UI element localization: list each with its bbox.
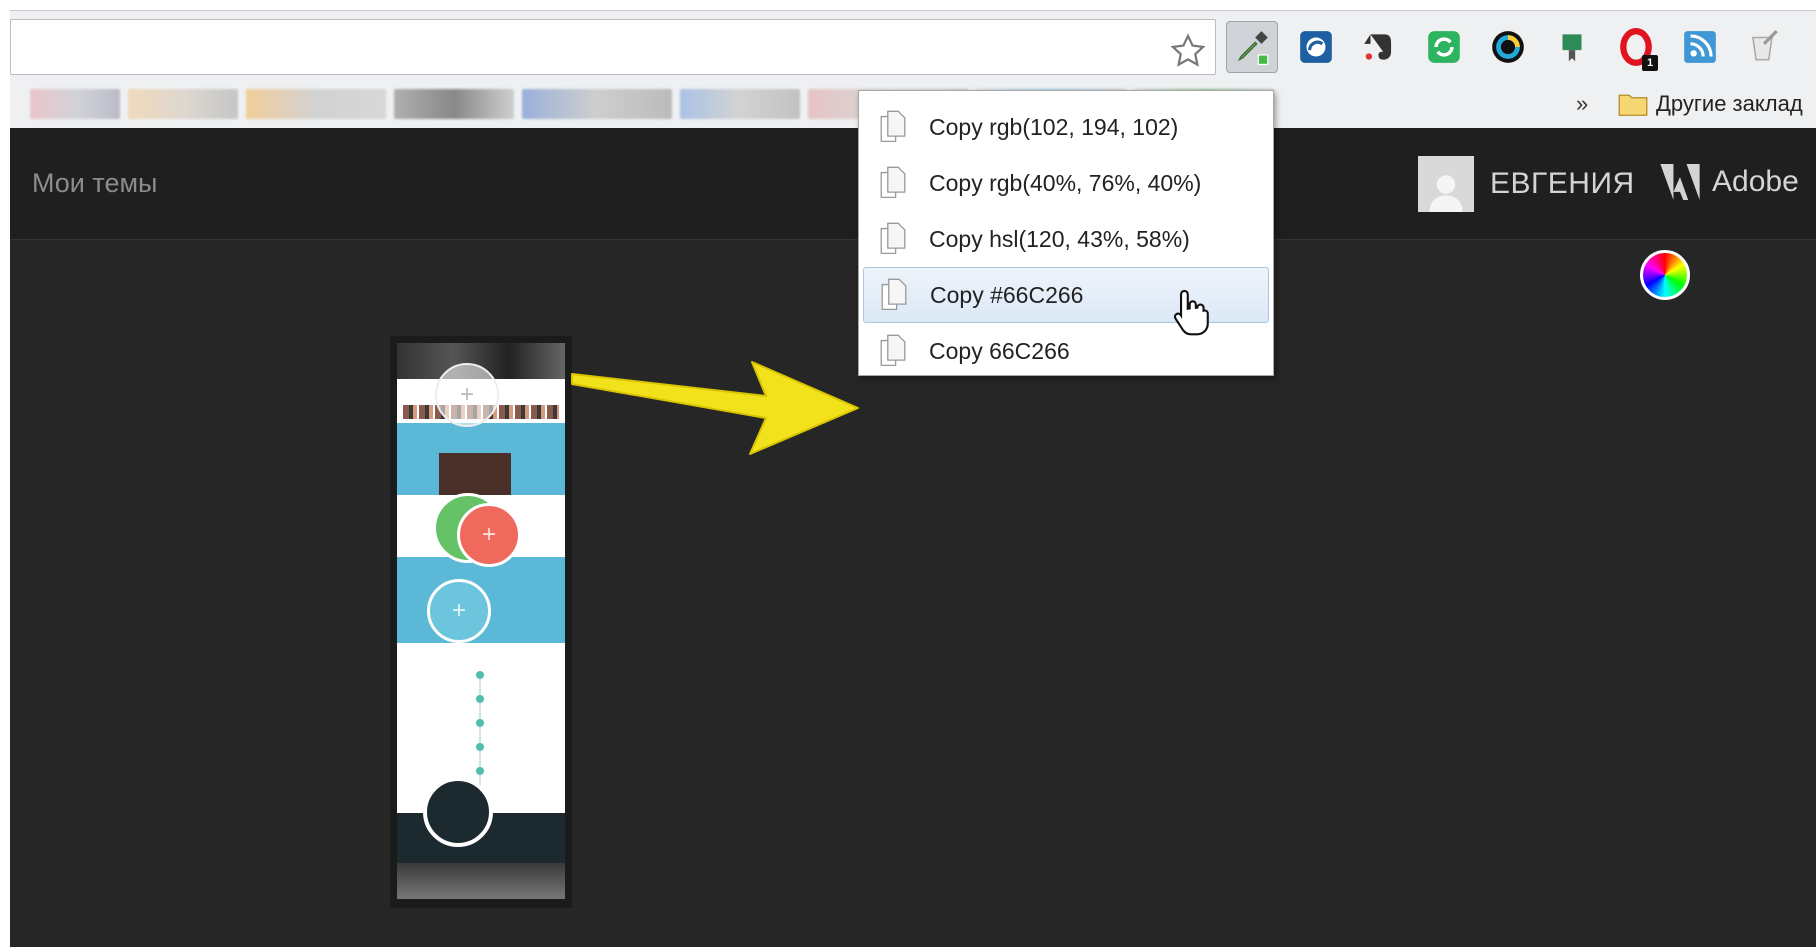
opera-extension-button[interactable]: 1 xyxy=(1610,21,1662,73)
address-bar[interactable] xyxy=(10,19,1216,75)
user-menu[interactable]: ЕВГЕНИЯ xyxy=(1418,156,1635,212)
adobe-label: Adobe xyxy=(1712,165,1799,198)
bookmark-star-icon[interactable] xyxy=(1169,32,1207,70)
menu-item-label: Copy rgb(40%, 76%, 40%) xyxy=(929,169,1202,196)
menu-item-label: Copy 66C266 xyxy=(929,337,1070,364)
sync-extension-button[interactable] xyxy=(1418,21,1470,73)
thumb-swatch-circle-dark[interactable] xyxy=(423,777,493,847)
blurred-bookmarks xyxy=(30,89,1520,119)
folder-icon xyxy=(1618,94,1648,116)
evernote-icon xyxy=(1364,34,1392,60)
my-themes-link[interactable]: Мои темы xyxy=(32,168,157,199)
color-wheel-extension-button[interactable] xyxy=(1482,21,1534,73)
copy-document-icon xyxy=(880,334,906,367)
copy-document-icon xyxy=(880,222,906,255)
shopping-bag-icon xyxy=(1562,34,1582,62)
other-bookmarks-label: Другие заклад xyxy=(1656,91,1803,116)
bookmark-item[interactable] xyxy=(30,89,120,119)
evernote-extension-button[interactable] xyxy=(1354,21,1406,73)
menu-item-label: Copy rgb(102, 194, 102) xyxy=(929,113,1179,140)
clipboard-extension-button[interactable] xyxy=(1738,21,1790,73)
extensions-bar: 1 xyxy=(1226,15,1802,79)
avatar xyxy=(1418,156,1474,212)
menu-item-copy-rgb-percent[interactable]: Copy rgb(40%, 76%, 40%) xyxy=(863,155,1269,211)
thumb-footer xyxy=(397,863,565,899)
rss-icon xyxy=(1684,31,1716,63)
shopping-extension-button[interactable] xyxy=(1546,21,1598,73)
rss-extension-button[interactable] xyxy=(1674,21,1726,73)
sync-icon xyxy=(1428,31,1460,63)
thumb-blue-band xyxy=(397,423,565,495)
thumb-swatch-circle-red[interactable]: + xyxy=(457,503,521,567)
color-wheel-icon[interactable] xyxy=(1640,250,1690,300)
eyedropper-extension-button[interactable] xyxy=(1226,21,1278,73)
bookmark-item[interactable] xyxy=(128,89,238,119)
menu-item-label: Copy #66C266 xyxy=(930,281,1084,308)
bookmark-item[interactable] xyxy=(522,89,672,119)
clipboard-icon xyxy=(1752,30,1778,61)
thumbnail-preview: + + + xyxy=(397,343,565,899)
other-bookmarks-folder[interactable]: Другие заклад xyxy=(1618,89,1803,119)
theme-thumbnail[interactable]: + + + xyxy=(390,336,572,908)
copy-document-icon xyxy=(880,166,906,199)
notification-badge: 1 xyxy=(1642,55,1658,71)
colorzilla-extension-button[interactable] xyxy=(1290,21,1342,73)
menu-item-label: Copy hsl(120, 43%, 58%) xyxy=(929,225,1190,252)
hand-pointer-icon xyxy=(1173,289,1209,336)
thumb-swatch-circle-blue[interactable]: + xyxy=(427,579,491,643)
color-wheel-icon xyxy=(1492,31,1524,63)
menu-item-copy-hsl[interactable]: Copy hsl(120, 43%, 58%) xyxy=(863,211,1269,267)
bookmark-item[interactable] xyxy=(394,89,514,119)
eyedropper-icon xyxy=(1237,31,1269,66)
color-picker-icon xyxy=(1300,31,1332,63)
bookmark-item[interactable] xyxy=(246,89,386,119)
adobe-link[interactable]: Adobe xyxy=(1660,164,1799,200)
yellow-arrow-icon xyxy=(571,361,859,455)
user-name: ЕВГЕНИЯ xyxy=(1490,167,1635,200)
adobe-logo-icon xyxy=(1660,164,1700,200)
menu-item-copy-rgb[interactable]: Copy rgb(102, 194, 102) xyxy=(863,99,1269,155)
copy-document-icon xyxy=(881,278,907,311)
copy-document-icon xyxy=(880,110,906,143)
user-silhouette-icon xyxy=(1429,175,1463,212)
more-bookmarks-button[interactable]: » xyxy=(1576,91,1588,117)
bookmark-item[interactable] xyxy=(680,89,800,119)
thumb-swatch-circle[interactable]: + xyxy=(435,363,499,427)
